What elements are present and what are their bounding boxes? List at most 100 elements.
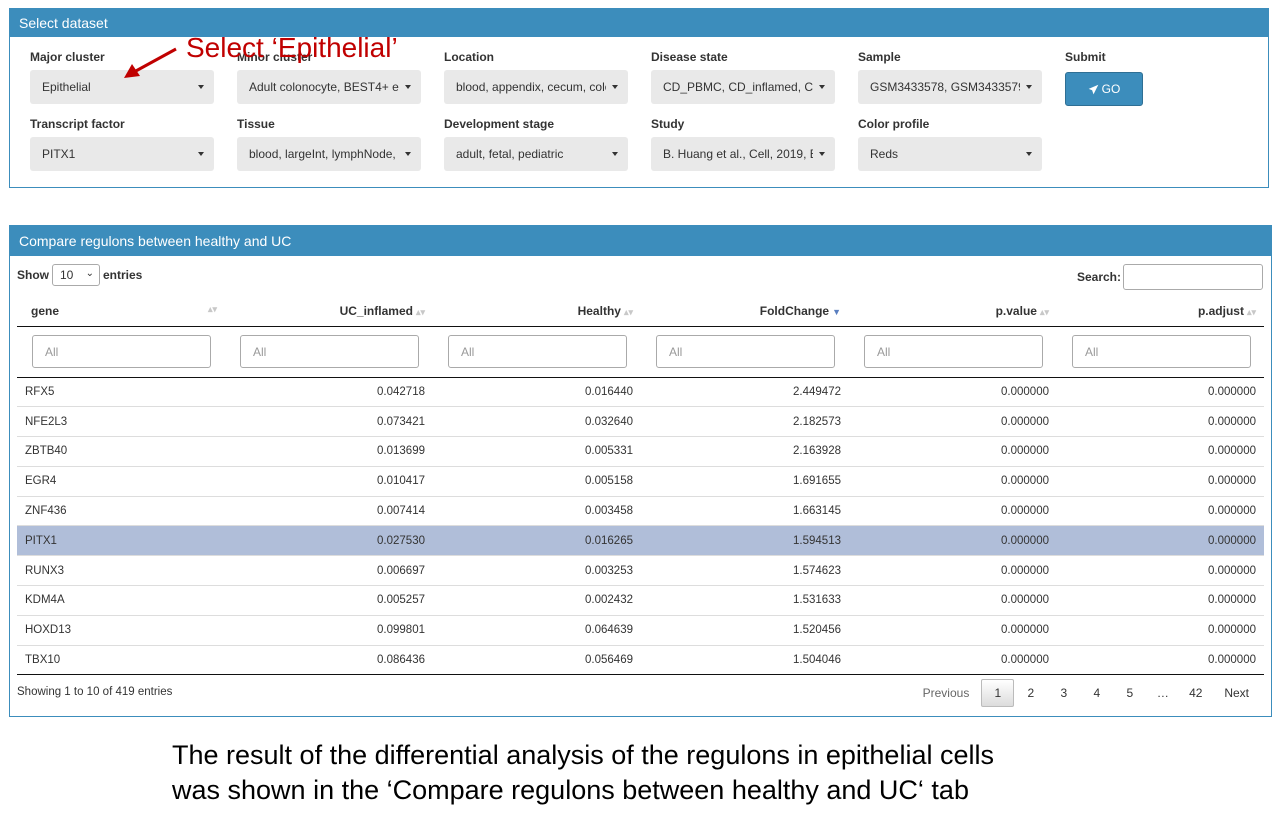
search-input[interactable] [1123,264,1263,290]
location-field: Location blood, appendix, cecum, color [444,48,628,104]
disease-state-field: Disease state CD_PBMC, CD_inflamed, CD [651,48,835,104]
go-button-label: GO [1101,82,1121,96]
caption-line-1: The result of the differential analysis … [172,740,994,770]
table-cell-uc-inflamed: 0.027530 [225,525,433,557]
table-cell-uc-inflamed: 0.005257 [225,585,433,616]
table-cell-foldchange: 2.182573 [641,406,849,438]
table-row[interactable]: RUNX3 0.006697 0.003253 1.574623 0.000000 0.0… [17,555,1264,587]
sort-icon: ▴▾ [207,303,217,314]
location-label: Location [444,50,494,64]
table-controls: Show 10 ⌄ entries Search: [10,256,1271,296]
minor-cluster-label: Minor cluster [237,50,313,64]
table-cell-p-value: 0.000000 [849,615,1057,646]
minor-cluster-select[interactable]: Adult colonocyte, BEST4+ ep [237,70,421,104]
development-stage-select[interactable]: adult, fetal, pediatric [444,137,628,171]
filter-input-uc-inflamed[interactable]: All [240,335,419,368]
filter-input-foldchange[interactable]: All [656,335,835,368]
pagination-page-1[interactable]: 1 [981,679,1015,707]
table-row[interactable]: KDM4A 0.005257 0.002432 1.531633 0.000000 0.0… [17,585,1264,616]
pagination-page-5[interactable]: 5 [1113,679,1146,707]
filter-input-gene[interactable]: All [32,335,211,368]
table-cell-p-adjust: 0.000000 [1057,436,1264,467]
sort-icon: ▴▾ [623,306,633,317]
table-row[interactable]: RFX5 0.042718 0.016440 2.449472 0.000000 0.00… [17,377,1264,408]
sample-select[interactable]: GSM3433578, GSM3433579 [858,70,1042,104]
table-cell-p-adjust: 0.000000 [1057,615,1264,646]
development-stage-field: Development stage adult, fetal, pediatric [444,115,628,171]
table-row[interactable]: EGR4 0.010417 0.005158 1.691655 0.000000 0.00… [17,466,1264,497]
entries-select-value: 10 [60,268,74,282]
table-cell-healthy: 0.005331 [433,436,641,467]
table-cell-uc-inflamed: 0.073421 [225,406,433,438]
select-dataset-header: Select dataset [10,9,1268,37]
pagination-page-42[interactable]: 42 [1179,679,1212,707]
table-cell-p-adjust: 0.000000 [1057,555,1264,587]
table-cell-foldchange: 1.574623 [641,555,849,587]
tissue-select[interactable]: blood, largeInt, lymphNode, s [237,137,421,171]
table-row[interactable]: TBX10 0.086436 0.056469 1.504046 0.000000 0.0… [17,645,1264,676]
table-row[interactable]: HOXD13 0.099801 0.064639 1.520456 0.000000 0.… [17,615,1264,646]
filter-input-p-adjust[interactable]: All [1072,335,1251,368]
study-label: Study [651,117,685,131]
column-header-foldchange[interactable]: FoldChange ▼ [641,296,849,327]
transcript-factor-select[interactable]: PITX1 [30,137,214,171]
search-label: Search: [1076,270,1121,284]
filter-cell: All [225,326,433,378]
table-cell-gene: NFE2L3 [17,406,225,438]
pagination-page-4[interactable]: 4 [1080,679,1113,707]
color-profile-select[interactable]: Reds [858,137,1042,171]
table-cell-p-adjust: 0.000000 [1057,466,1264,497]
column-header-p-adjust[interactable]: p.adjust ▴▾ [1057,296,1264,327]
sample-field: Sample GSM3433578, GSM3433579 [858,48,1042,104]
table-cell-foldchange: 1.504046 [641,645,849,676]
column-header-label: FoldChange [759,303,830,318]
table-cell-p-value: 0.000000 [849,496,1057,527]
development-stage-select-value: adult, fetal, pediatric [456,147,564,161]
column-header-gene[interactable]: gene ▴▾ [17,296,225,327]
table-row[interactable]: PITX1 0.027530 0.016265 1.594513 0.000000 0.0… [17,525,1264,557]
table-cell-uc-inflamed: 0.006697 [225,555,433,587]
table-cell-p-value: 0.000000 [849,466,1057,497]
pagination-previous[interactable]: Previous [917,679,976,707]
transcript-factor-label: Transcript factor [30,117,125,131]
table-cell-healthy: 0.056469 [433,645,641,676]
sort-icon: ▴▾ [415,306,425,317]
filter-input-p-value[interactable]: All [864,335,1043,368]
transcript-factor-field: Transcript factor PITX1 [30,115,214,171]
sample-select-value: GSM3433578, GSM3433579 [870,80,1020,94]
pagination-ellipsis: … [1156,686,1169,700]
filter-cell: All [1057,326,1264,378]
table-cell-p-value: 0.000000 [849,555,1057,587]
paper-plane-icon [1088,84,1098,94]
column-header-uc-inflamed[interactable]: UC_inflamed ▴▾ [225,296,433,327]
table-cell-p-adjust: 0.000000 [1057,496,1264,527]
table-cell-uc-inflamed: 0.099801 [225,615,433,646]
pagination-page-3[interactable]: 3 [1047,679,1080,707]
column-header-healthy[interactable]: Healthy ▴▾ [433,296,641,327]
table-cell-uc-inflamed: 0.086436 [225,645,433,676]
table-cell-gene: PITX1 [17,525,225,557]
regulon-table: gene ▴▾ UC_inflamed ▴▾ Healthy ▴▾ FoldChange ▼ p… [17,296,1264,676]
study-select[interactable]: B. Huang et al., Cell, 2019, B. [651,137,835,171]
pagination-next[interactable]: Next [1218,679,1255,707]
compare-regulons-title: Compare regulons between healthy and UC [19,233,292,249]
column-header-p-value[interactable]: p.value ▴▾ [849,296,1057,327]
filter-input-healthy[interactable]: All [448,335,627,368]
entries-select[interactable]: 10 ⌄ [52,264,100,286]
table-cell-healthy: 0.003458 [433,496,641,527]
go-button[interactable]: GO [1065,72,1143,106]
table-cell-gene: EGR4 [17,466,225,497]
pagination-page-2[interactable]: 2 [1014,679,1047,707]
table-row[interactable]: NFE2L3 0.073421 0.032640 2.182573 0.000000 0.… [17,406,1264,438]
column-header-label: gene [31,303,60,318]
sort-icon: ▴▾ [1039,306,1049,317]
column-header-label: p.value [995,303,1037,318]
table-cell-gene: RUNX3 [17,555,225,587]
location-select[interactable]: blood, appendix, cecum, color [444,70,628,104]
disease-state-select[interactable]: CD_PBMC, CD_inflamed, CD [651,70,835,104]
table-row[interactable]: ZBTB40 0.013699 0.005331 2.163928 0.000000 0.… [17,436,1264,467]
table-cell-healthy: 0.064639 [433,615,641,646]
table-row[interactable]: ZNF436 0.007414 0.003458 1.663145 0.000000 0.… [17,496,1264,527]
table-cell-p-value: 0.000000 [849,436,1057,467]
table-cell-p-value: 0.000000 [849,645,1057,676]
